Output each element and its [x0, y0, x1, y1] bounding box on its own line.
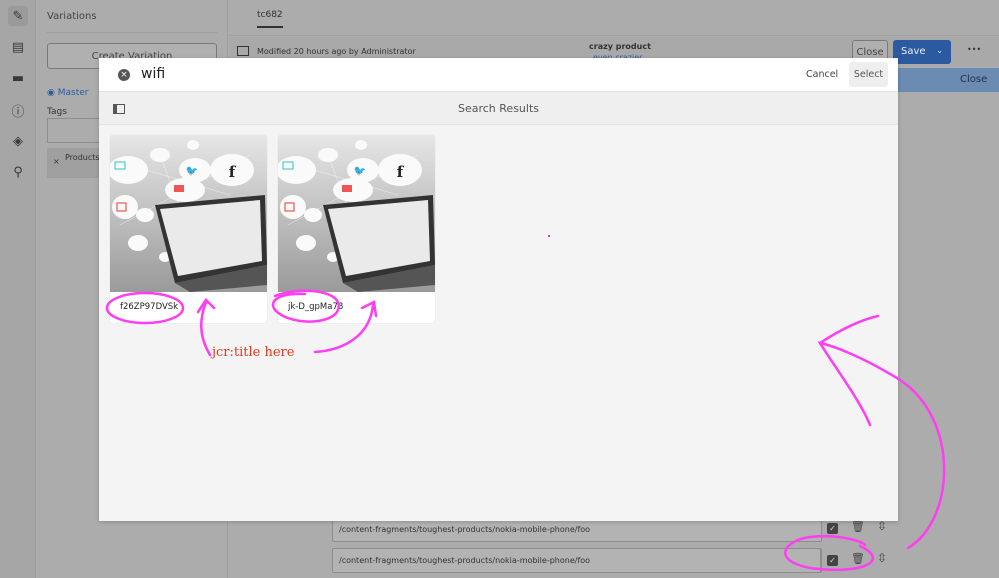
annotation-overlay: [105, 289, 946, 572]
annotation-circle: [784, 535, 875, 572]
annotation-text: jcr:title here: [212, 345, 295, 360]
annotation-circle: [105, 291, 185, 325]
annotation-arrow: [817, 314, 946, 550]
annotation-circle: [271, 289, 340, 323]
annotation-arrow: [313, 300, 378, 354]
